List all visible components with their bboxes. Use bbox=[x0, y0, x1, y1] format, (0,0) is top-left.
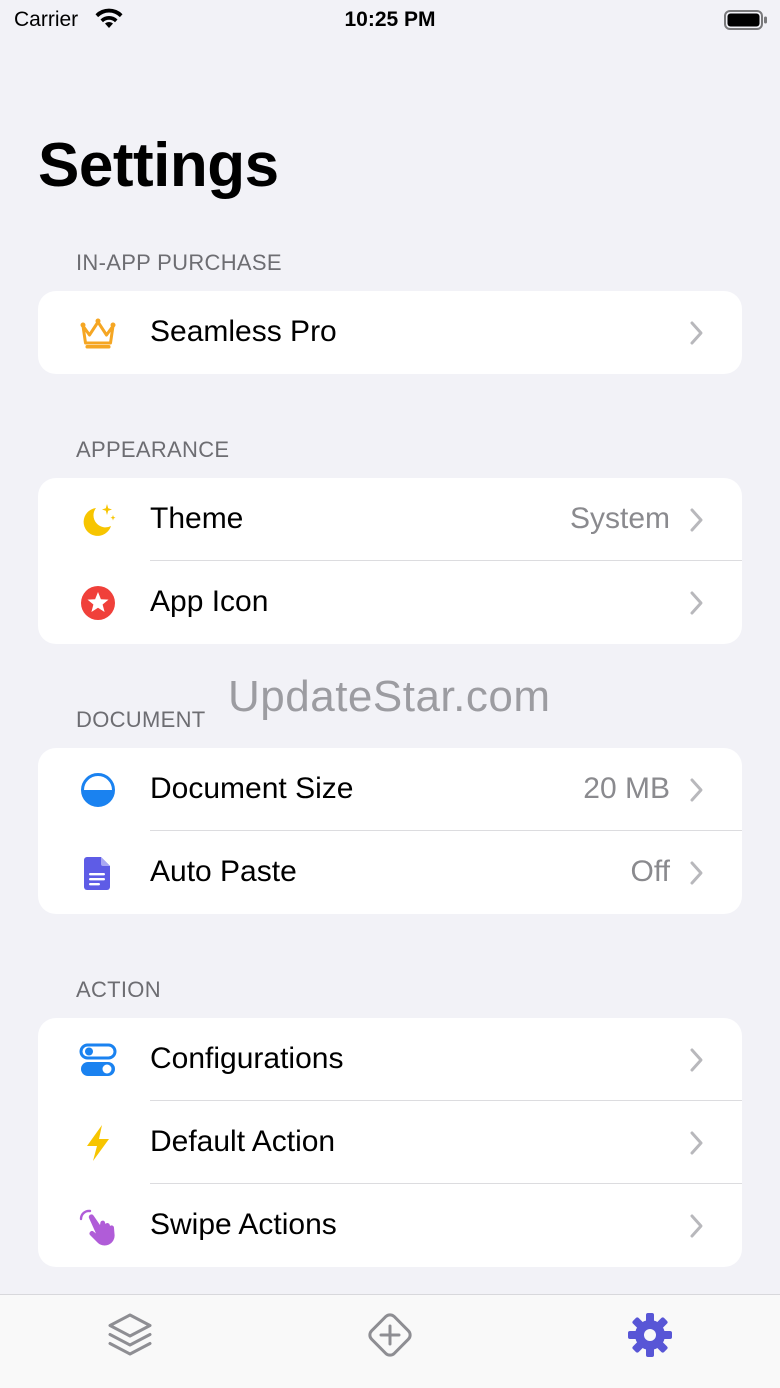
tab-add[interactable] bbox=[360, 1305, 420, 1365]
toggles-icon bbox=[78, 1040, 118, 1080]
chevron-right-icon bbox=[690, 1131, 703, 1155]
moon-stars-icon bbox=[78, 500, 118, 540]
iap-group: Seamless Pro bbox=[38, 291, 742, 374]
action-group: Configurations Default Action Swipe Acti… bbox=[38, 1018, 742, 1267]
document-group: Document Size 20 MB Auto Paste Off bbox=[38, 748, 742, 914]
row-default-action[interactable]: Default Action bbox=[38, 1101, 742, 1184]
page-title: Settings bbox=[38, 131, 279, 200]
chevron-right-icon bbox=[690, 508, 703, 532]
hand-swipe-icon bbox=[78, 1206, 118, 1246]
watermark: UpdateStar.com bbox=[228, 672, 551, 721]
appearance-group: Theme System App Icon bbox=[38, 478, 742, 644]
row-swipe-actions[interactable]: Swipe Actions bbox=[38, 1184, 742, 1267]
auto-paste-label: Auto Paste bbox=[150, 855, 297, 888]
chevron-right-icon bbox=[690, 1048, 703, 1072]
theme-label: Theme bbox=[150, 502, 244, 535]
chevron-right-icon bbox=[690, 591, 703, 615]
row-app-icon[interactable]: App Icon bbox=[38, 561, 742, 644]
app-icon-label: App Icon bbox=[150, 585, 269, 618]
swipe-actions-label: Swipe Actions bbox=[150, 1208, 337, 1241]
seamless-pro-label: Seamless Pro bbox=[150, 315, 337, 348]
chevron-right-icon bbox=[690, 1214, 703, 1238]
tab-settings[interactable] bbox=[620, 1305, 680, 1365]
default-action-label: Default Action bbox=[150, 1125, 336, 1158]
row-theme[interactable]: Theme System bbox=[38, 478, 742, 561]
row-configurations[interactable]: Configurations bbox=[38, 1018, 742, 1101]
crown-icon bbox=[78, 313, 118, 353]
add-diamond-icon bbox=[368, 1313, 412, 1357]
bolt-icon bbox=[78, 1123, 118, 1163]
section-header-iap: IN-APP PURCHASE bbox=[76, 250, 282, 275]
half-circle-icon bbox=[78, 770, 118, 810]
section-header-document: DOCUMENT bbox=[76, 707, 206, 732]
gear-icon bbox=[628, 1313, 672, 1357]
tab-bar bbox=[0, 1294, 780, 1388]
layers-icon bbox=[108, 1313, 152, 1356]
chevron-right-icon bbox=[690, 321, 703, 345]
chevron-right-icon bbox=[690, 861, 703, 885]
row-seamless-pro[interactable]: Seamless Pro bbox=[38, 291, 742, 374]
clock: 10:25 PM bbox=[344, 8, 436, 31]
auto-paste-value: Off bbox=[630, 855, 670, 888]
row-auto-paste[interactable]: Auto Paste Off bbox=[38, 831, 742, 914]
row-document-size[interactable]: Document Size 20 MB bbox=[38, 748, 742, 831]
star-circle-icon bbox=[78, 583, 118, 623]
chevron-right-icon bbox=[690, 778, 703, 802]
theme-value: System bbox=[569, 502, 670, 535]
status-bar: Carrier 10:25 PM bbox=[0, 0, 780, 40]
document-size-label: Document Size bbox=[150, 772, 354, 805]
section-header-appearance: APPEARANCE bbox=[76, 437, 230, 462]
battery-icon bbox=[724, 10, 767, 30]
section-header-action: ACTION bbox=[76, 977, 161, 1002]
configurations-label: Configurations bbox=[150, 1042, 344, 1075]
document-icon bbox=[78, 853, 118, 893]
document-size-value: 20 MB bbox=[583, 772, 670, 805]
tab-layers[interactable] bbox=[100, 1305, 160, 1365]
